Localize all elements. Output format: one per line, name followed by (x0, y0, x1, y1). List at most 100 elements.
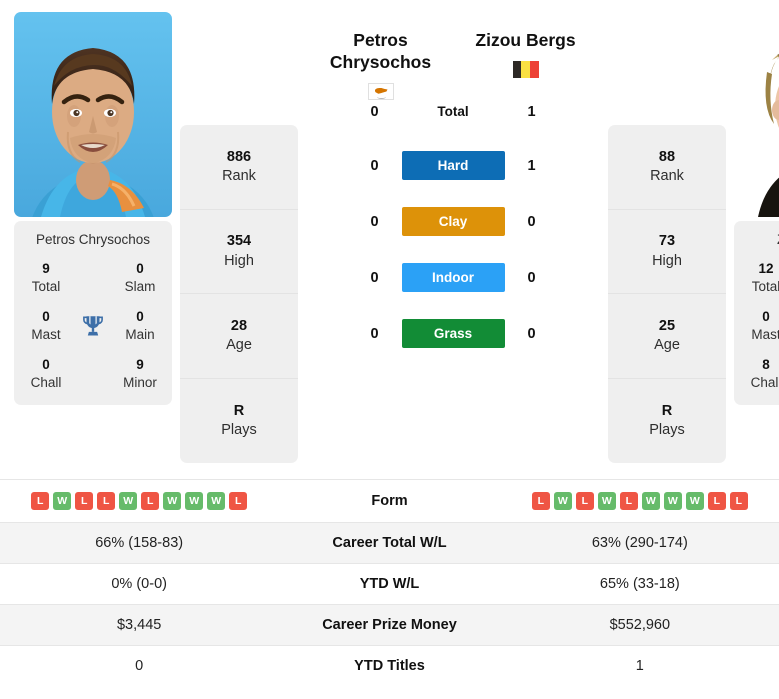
left-stat-rank-label: Rank (222, 168, 256, 185)
h2h-row-hard: 0 Hard 1 (306, 138, 600, 194)
left-career-total-wl: 66% (158-83) (95, 535, 184, 551)
right-stat-plays: R Plays (608, 379, 726, 464)
right-stat-rank: 88 Rank (608, 125, 726, 210)
left-title-minor-value: 9 (136, 356, 144, 372)
left-form-badge-5: L (141, 492, 160, 510)
right-form-badge-3: W (597, 492, 616, 510)
left-trophy-icon (72, 313, 114, 339)
left-player-name-heading: Petros Chrysochos (308, 30, 453, 74)
left-title-mast-label: Mast (31, 326, 61, 342)
left-title-slam-value: 0 (136, 261, 144, 276)
right-stat-high-value: 73 (658, 233, 676, 250)
right-form-badge-0: L (531, 492, 550, 510)
right-stat-rank-label: Rank (650, 168, 684, 185)
right-title-mast: 0 Mast (740, 308, 779, 344)
surface-breakdown: 0 Total 1 0 Hard 1 0 Clay 0 0 Indoor 0 0… (306, 82, 600, 362)
right-player-fullname: Zizou Bergs (475, 30, 576, 50)
left-player-name: Petros Chrysochos (35, 232, 151, 247)
h2h-clay-label[interactable]: Clay (401, 207, 505, 237)
left-stat-high-label: High (224, 252, 254, 269)
left-player-stats-panel: 886 Rank 354 High 28 Age R Plays (180, 125, 298, 463)
right-title-total: 12 Total (740, 260, 779, 296)
left-stat-rank: 886 Rank (180, 125, 298, 210)
right-career-total-wl: 63% (290-174) (591, 535, 688, 551)
left-stat-age-label: Age (226, 337, 252, 354)
left-title-total-value: 9 (42, 261, 50, 276)
right-stat-age-label: Age (654, 337, 680, 354)
table-row-form: LWLLWLWWWL Form LWLWLWWWLL (0, 479, 779, 522)
h2h-grass-label[interactable]: Grass (401, 319, 505, 349)
table-row-ytd-wl: 0% (0-0) YTD W/L 65% (33-18) (0, 563, 779, 604)
right-titles-grid: 12 Total 0 Slam 0 Mast (740, 260, 779, 391)
right-stat-high: 73 High (608, 210, 726, 294)
row-label-ytd-titles: YTD Titles (354, 658, 425, 674)
right-title-mast-value: 0 (762, 308, 770, 324)
left-form-badge-6: W (163, 492, 182, 510)
left-title-total-label: Total (31, 279, 61, 295)
h2h-grass-right-score: 0 (527, 325, 536, 342)
left-stat-age-value: 28 (230, 317, 248, 334)
right-form-badge-8: L (707, 492, 726, 510)
left-title-minor-label: Minor (123, 374, 157, 390)
right-form-badge-4: L (619, 492, 638, 510)
left-title-main: 0 Main (114, 308, 166, 344)
right-player-form-badges: LWLWLWWWLL (515, 492, 765, 510)
right-career-prize-money: $552,960 (609, 617, 671, 633)
row-label-ytd-wl: YTD W/L (359, 576, 420, 592)
h2h-row-clay: 0 Clay 0 (306, 194, 600, 250)
left-form-badge-0: L (31, 492, 50, 510)
left-form-badge-7: W (185, 492, 204, 510)
left-form-badge-3: L (97, 492, 116, 510)
right-form-badge-2: L (575, 492, 594, 510)
right-title-total-label: Total (751, 279, 779, 295)
left-title-chall: 0 Chall (20, 356, 72, 392)
left-title-chall-value: 0 (42, 356, 50, 372)
right-form-badge-7: W (685, 492, 704, 510)
right-form-badge-5: W (641, 492, 660, 510)
left-form-badge-1: W (53, 492, 72, 510)
h2h-indoor-left-score: 0 (370, 269, 379, 286)
left-player-firstname: Petros (353, 30, 408, 50)
right-player-flag-wrap (453, 60, 598, 78)
left-stat-plays: R Plays (180, 379, 298, 464)
right-player-titles-card: Zizou Bergs 12 Total 0 Slam 0 Mast (734, 221, 779, 406)
right-player-photo[interactable] (734, 12, 779, 217)
h2h-grass-left-score: 0 (370, 325, 379, 342)
right-stat-rank-value: 88 (658, 148, 676, 165)
left-player-titles-card: Petros Chrysochos 9 Total 0 Slam 0 Mast (14, 221, 172, 406)
right-stat-high-label: High (652, 252, 682, 269)
right-stat-plays-label: Plays (649, 422, 685, 439)
right-title-chall-label: Chall (750, 374, 779, 390)
h2h-hard-right-score: 1 (527, 157, 536, 174)
belgium-flag-icon (512, 60, 539, 78)
left-titles-grid: 9 Total 0 Slam 0 Mast 0 Main 0 Chall 9 M… (20, 260, 166, 391)
right-player-name-heading: Zizou Bergs (453, 30, 598, 52)
h2h-row-indoor: 0 Indoor 0 (306, 250, 600, 306)
h2h-indoor-label[interactable]: Indoor (401, 263, 505, 293)
right-player-name-block: Zizou Bergs (453, 30, 598, 78)
head-to-head-comparison: Petros Chrysochos 9 Total 0 Slam 0 Mast (0, 0, 779, 686)
right-ytd-wl: 65% (33-18) (599, 576, 680, 592)
h2h-hard-label[interactable]: Hard (401, 151, 505, 181)
h2h-total-label: Total (437, 104, 469, 120)
left-ytd-wl: 0% (0-0) (111, 576, 167, 592)
right-player-name: Zizou Bergs (740, 232, 779, 247)
left-career-prize-money: $3,445 (116, 617, 162, 633)
left-stat-age: 28 Age (180, 294, 298, 379)
left-player-lastname: Chrysochos (329, 51, 432, 72)
h2h-total-left-score: 0 (370, 103, 379, 120)
row-label-form: Form (371, 493, 408, 509)
right-player-column: Zizou Bergs 12 Total 0 Slam 0 Mast (734, 12, 779, 406)
left-title-main-value: 0 (136, 308, 144, 324)
right-form-badge-6: W (663, 492, 682, 510)
right-title-chall-value: 8 (762, 356, 770, 372)
right-stat-plays-value: R (661, 402, 673, 419)
table-row-career-total-wl: 66% (158-83) Career Total W/L 63% (290-1… (0, 522, 779, 563)
left-title-slam: 0 Slam (114, 260, 166, 296)
left-form-badge-2: L (75, 492, 94, 510)
left-player-photo[interactable] (14, 12, 172, 217)
left-title-chall-label: Chall (30, 374, 62, 390)
row-label-career-prize-money: Career Prize Money (322, 617, 457, 633)
left-ytd-titles: 0 (135, 658, 144, 674)
left-player-column: Petros Chrysochos 9 Total 0 Slam 0 Mast (14, 12, 172, 406)
